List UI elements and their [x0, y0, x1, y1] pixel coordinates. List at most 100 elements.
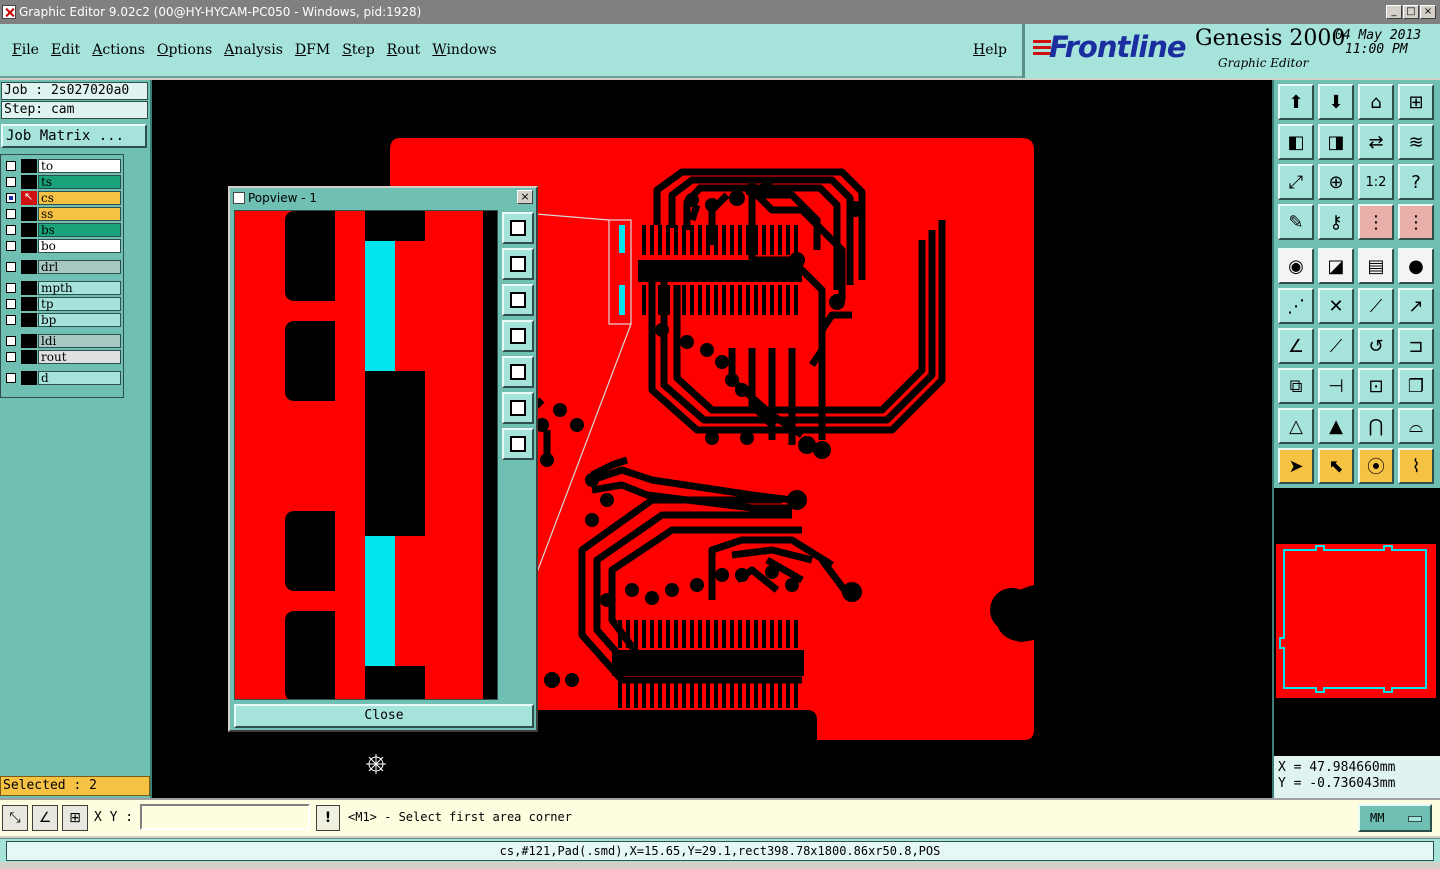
arc-icon[interactable]: ↺ [1358, 328, 1394, 364]
popview-center-icon[interactable] [502, 428, 534, 460]
layer-name[interactable]: bo [38, 239, 121, 253]
layer-slot[interactable] [21, 371, 37, 385]
layers-icon[interactable]: ≋ [1398, 124, 1434, 160]
zoom-in-icon[interactable]: ⊕ [1318, 164, 1354, 200]
node-icon[interactable]: ⋰ [1278, 288, 1314, 324]
popview-pan-right-icon[interactable] [502, 356, 534, 388]
close-window-button[interactable]: × [1420, 5, 1436, 19]
layer-name[interactable]: bs [38, 223, 121, 237]
layer-slot[interactable] [21, 207, 37, 221]
layer-name[interactable]: ss [38, 207, 121, 221]
home-view-icon[interactable]: ⬆ [1278, 84, 1314, 120]
layer-checkbox[interactable] [6, 352, 16, 362]
snap-mode-icon[interactable]: ⤡ [2, 805, 28, 831]
layer-name[interactable]: ldi [38, 334, 121, 348]
popview-zoom-window-icon[interactable] [502, 212, 534, 244]
net-highlight-icon[interactable]: ⋮ [1398, 204, 1434, 240]
popview-fit-icon[interactable] [502, 392, 534, 424]
layer-slot[interactable] [21, 239, 37, 253]
measure-icon[interactable]: ✎ [1278, 204, 1314, 240]
units-selector[interactable]: MM [1358, 804, 1432, 832]
job-matrix-button[interactable]: Job Matrix ... [1, 124, 147, 148]
pointer-circle-icon[interactable]: ⦿ [1358, 448, 1394, 484]
layer-row-ldi[interactable]: ldi [4, 334, 121, 348]
menu-edit[interactable]: Edit [50, 40, 81, 60]
popview-close-button[interactable]: Close [234, 704, 534, 728]
arch-icon[interactable]: ⋂ [1358, 408, 1394, 444]
layer-checkbox[interactable] [6, 315, 16, 325]
board-overview-minimap[interactable] [1272, 488, 1440, 756]
ruler-icon[interactable]: ▤ [1358, 248, 1394, 284]
minimize-button[interactable]: _ [1386, 5, 1402, 19]
menu-actions[interactable]: Actions [91, 40, 146, 60]
layer-name[interactable]: d [38, 371, 121, 385]
xy-coordinate-input[interactable] [140, 804, 310, 830]
layer-name[interactable]: to [38, 159, 121, 173]
snap-icon[interactable]: ◉ [1278, 248, 1314, 284]
grid-mode-icon[interactable]: ⊞ [62, 805, 88, 831]
layer-slot[interactable] [21, 313, 37, 327]
layer-row-bs[interactable]: bs [4, 223, 121, 237]
popview-zoomed-view[interactable] [234, 210, 498, 700]
grid-icon[interactable]: ⊞ [1398, 84, 1434, 120]
layer-checkbox[interactable] [6, 193, 16, 203]
angle-mode-icon[interactable]: ∠ [32, 805, 58, 831]
active-layer-arrow-icon[interactable] [21, 190, 37, 205]
popview-close-x-button[interactable]: × [517, 190, 533, 204]
menu-options[interactable]: Options [156, 40, 213, 60]
split-icon[interactable]: ⊣ [1318, 368, 1354, 404]
zoom-home-icon[interactable]: ⌂ [1358, 84, 1394, 120]
layer-checkbox[interactable] [6, 299, 16, 309]
scale-1-2-icon[interactable]: 1:2 [1358, 164, 1394, 200]
layer-row-ss[interactable]: ss [4, 207, 121, 221]
menu-dfm[interactable]: DFM [294, 40, 331, 60]
layer-name[interactable]: mpth [38, 281, 121, 295]
layer-checkbox[interactable] [6, 373, 16, 383]
layer-row-mpth[interactable]: mpth [4, 281, 121, 295]
layer-name[interactable]: cs [38, 191, 121, 205]
layer-checkbox[interactable] [6, 336, 16, 346]
zoom-window-icon[interactable]: ⬇ [1318, 84, 1354, 120]
popview-zoom-in-icon[interactable] [502, 248, 534, 280]
arch-select-icon[interactable]: ⌓ [1398, 408, 1434, 444]
angle-icon[interactable]: ∠ [1278, 328, 1314, 364]
layer-checkbox[interactable] [6, 262, 16, 272]
stack-icon[interactable]: ❐ [1398, 368, 1434, 404]
layer-name[interactable]: drl [38, 260, 121, 274]
layer-row-bp[interactable]: bp [4, 313, 121, 327]
layer-row-to[interactable]: to [4, 159, 121, 173]
pointer-icon[interactable]: ➤ [1278, 448, 1314, 484]
route-icon[interactable]: ⌇ [1398, 448, 1434, 484]
layer-name[interactable]: bp [38, 313, 121, 327]
layer-checkbox[interactable] [6, 161, 16, 171]
menu-step[interactable]: Step [341, 40, 375, 60]
center-icon[interactable]: ⊡ [1358, 368, 1394, 404]
popview-pan-left-icon[interactable] [502, 320, 534, 352]
point-arrow-icon[interactable]: ↗ [1398, 288, 1434, 324]
key-icon[interactable]: ⚷ [1318, 204, 1354, 240]
menu-rout[interactable]: Rout [386, 40, 422, 60]
pan-left-icon[interactable]: ◧ [1278, 124, 1314, 160]
layer-checkbox[interactable] [6, 241, 16, 251]
layer-name[interactable]: rout [38, 350, 121, 364]
pointer-box-icon[interactable]: ⬉ [1318, 448, 1354, 484]
exclamation-button[interactable]: ! [316, 805, 340, 831]
pad-icon[interactable]: ● [1398, 248, 1434, 284]
layer-row-d[interactable]: d [4, 371, 121, 385]
feature-icon[interactable]: ⊐ [1398, 328, 1434, 364]
layer-row-drl[interactable]: drl [4, 260, 121, 274]
pan-right-icon[interactable]: ◨ [1318, 124, 1354, 160]
layer-slot[interactable] [21, 350, 37, 364]
diagonal-icon[interactable]: ⟋ [1318, 328, 1354, 364]
line-color-icon[interactable]: ◪ [1318, 248, 1354, 284]
layer-slot[interactable] [21, 260, 37, 274]
layer-name[interactable]: ts [38, 175, 121, 189]
popview-zoom-out-icon[interactable] [502, 284, 534, 316]
layer-row-bo[interactable]: bo [4, 239, 121, 253]
layer-slot[interactable] [21, 297, 37, 311]
layer-checkbox[interactable] [6, 177, 16, 187]
swap-icon[interactable]: ⇄ [1358, 124, 1394, 160]
layer-slot[interactable] [21, 334, 37, 348]
menu-file[interactable]: File [11, 40, 40, 60]
layer-row-cs[interactable]: cs [4, 190, 121, 205]
